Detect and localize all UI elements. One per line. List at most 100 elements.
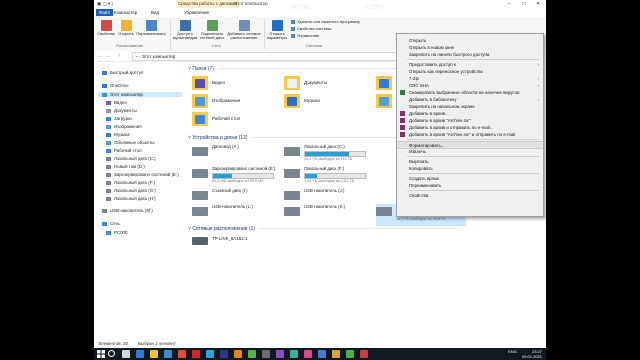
drive-item[interactable]: USB-накопитель (L:) [192,204,282,226]
network-header[interactable]: ˅ Сетевые расположения (1) [188,226,459,232]
drive-icon [192,169,208,178]
drive-item[interactable]: Локальный диск (F:) 1,44 ТБ свободно из 1… [284,166,374,188]
menu-item[interactable]: Закрепить на панели быстрого доступа [397,51,543,58]
app-icon[interactable] [276,350,284,358]
app-icon[interactable] [290,350,298,358]
nav-item[interactable]: Загрузки [106,116,132,121]
menu-item[interactable]: 7-Zip › [397,75,543,82]
task-view-icon[interactable] [122,350,130,358]
nav-item[interactable]: Изображения [106,124,142,129]
menu-item[interactable]: Добавить в архив "Archive.rar" [397,117,543,124]
opera-icon[interactable] [192,350,200,358]
network-location-button[interactable]: Добавить сетевое расположение [226,19,262,41]
nav-item[interactable]: Зарезервировано системой (E:) [106,172,179,177]
minimize-button[interactable]: – [502,0,516,8]
menu-item[interactable]: CRC SHA › [397,82,543,89]
nav-item[interactable]: Документы [106,108,137,113]
menu-item[interactable]: Вырезать [397,158,543,165]
nav-item[interactable]: Локальный диск (G:) [106,188,156,193]
nav-item[interactable]: Рабочий стол [106,148,142,153]
up-button[interactable]: ↑ [118,53,121,59]
drive-item[interactable]: Зарезервировано системой (E:) 69,2 МБ сво… [192,166,282,188]
network-drive-button[interactable]: Подключить сетевой диск [199,19,225,41]
nav-item[interactable]: Новый том (D:) [106,164,145,169]
menu-item[interactable]: Свойства [397,192,543,199]
menu-item[interactable]: Сканировать выбранные области на наличие… [397,89,543,96]
nav-item[interactable]: Видео [106,100,127,105]
nav-item[interactable]: USB-накопитель (M:) [102,208,153,213]
nav-item[interactable]: Локальный диск (H:) [106,196,156,201]
bandicam-icon[interactable] [248,350,256,358]
edge-icon[interactable] [136,350,144,358]
menu-item[interactable]: Копировать [397,165,543,172]
back-button[interactable]: ← [98,53,103,59]
media-player-icon[interactable] [234,350,242,358]
quick-access-toolbar[interactable]: ▣ ▢ ▾ | [97,1,113,7]
network-location-item[interactable]: TP-LINK_8A1B2:1 [192,234,292,256]
menu-item[interactable]: Создать ярлык [397,175,543,182]
folder-item[interactable]: Документы [284,76,372,96]
chrome-icon[interactable] [178,350,186,358]
folder-item[interactable]: Изображения [192,94,280,114]
menu-item[interactable]: Добавить в архив "Archive.rar" и отправи… [397,131,543,138]
drive-item[interactable]: Локальный диск (C:) 28,4 ГБ свободно из 1… [284,144,374,166]
app-icon[interactable] [346,350,354,358]
nav-item[interactable]: Сеть [102,221,120,226]
close-button[interactable]: ✕ [531,0,545,8]
app-icon[interactable] [332,350,340,358]
folder-item[interactable]: Видео [192,76,280,96]
menu-item[interactable]: Предоставить доступ к › [397,61,543,68]
nav-item[interactable]: Быстрый доступ [102,70,143,75]
manage-icon [291,33,295,38]
nav-item[interactable]: Музыка [106,132,130,137]
calculator-icon[interactable] [262,350,270,358]
nav-item[interactable]: PC000 [106,230,127,235]
folder-item[interactable]: Музыка [284,94,372,114]
menu-item[interactable]: Переименовать [397,182,543,189]
language-indicator[interactable]: ENG [508,349,517,354]
menu-item[interactable]: Извлечь [397,148,543,155]
app-icon[interactable] [304,350,312,358]
forward-button[interactable]: → [106,53,111,59]
maximize-button[interactable]: □ [517,0,531,8]
drive-item[interactable]: USB-накопитель (K:) [284,204,374,226]
menu-item[interactable]: Добавить в архив и отправить по e-mail..… [397,124,543,131]
system-properties-link[interactable]: Свойства системы [291,26,332,31]
clock[interactable]: 23:27 09.01.2021 [522,349,542,359]
menu-item[interactable]: Открыть в новом окне [397,44,543,51]
store-icon[interactable] [164,350,172,358]
menu-item[interactable]: Закрепить на начальном экране [397,103,543,110]
manage-link[interactable]: Управление [291,33,319,38]
nav-item[interactable]: OneDrive [102,83,129,88]
search-icon[interactable] [108,350,115,357]
properties-button[interactable]: Свойства [96,19,116,36]
rename-button[interactable]: Переименовать [135,19,167,36]
menu-item[interactable]: Добавить в архив... [397,110,543,117]
nav-item[interactable]: Локальный диск (F:) [106,180,155,185]
nav-item[interactable]: Объемные объекты [106,140,154,145]
open-settings-button[interactable]: Открыть параметры [266,19,288,41]
open-button[interactable]: Открыть [117,19,135,36]
media-access-button[interactable]: Доступ к мультимедиа [172,19,198,41]
app-icon[interactable] [318,350,326,358]
tab-view[interactable]: Вид [151,10,159,15]
nav-item[interactable]: Этот компьютер [98,92,182,97]
tab-manage[interactable]: Управление [184,10,209,15]
nav-item[interactable]: Локальный диск (C:) [106,156,156,161]
telegram-icon[interactable] [206,350,214,358]
photoshop-icon[interactable] [220,350,228,358]
folder-item[interactable]: Рабочий стол [192,112,280,132]
menu-item[interactable]: Добавить в библиотеку › [397,96,543,103]
drive-item[interactable]: Дисковод (A:) [192,144,282,166]
uninstall-program-link[interactable]: Удалить или изменить программу [291,19,360,24]
menu-item[interactable]: Открыть [397,37,543,44]
tab-file[interactable]: Файл [96,9,114,16]
menu-item[interactable]: Открыть как переносное устройство [397,68,543,75]
system-tray[interactable]: ENG 23:27 09.01.2021 [508,349,542,359]
explorer-icon[interactable] [150,350,158,358]
app-icon[interactable] [360,350,368,358]
folders-header[interactable]: ˅ Папки (7) [188,66,418,72]
address-path-field[interactable]: ▪ › Этот компьютер [132,52,397,61]
start-button[interactable] [97,350,105,358]
tab-computer[interactable]: Компьютер [114,10,137,15]
